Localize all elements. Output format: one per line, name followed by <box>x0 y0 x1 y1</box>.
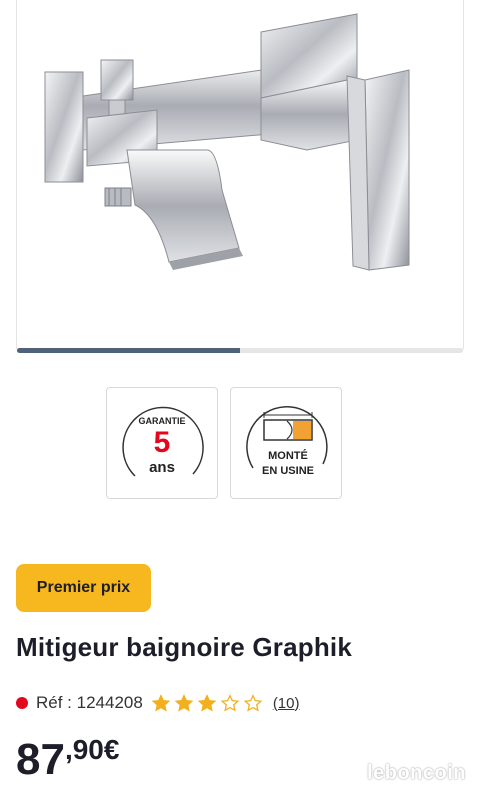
price-integer: 87 <box>16 735 65 784</box>
star-filled-icon <box>197 694 217 712</box>
availability-dot <box>16 697 28 709</box>
star-empty-icon <box>243 694 263 712</box>
product-price: 87,90€ <box>16 735 119 784</box>
warranty-number: 5 <box>154 426 171 459</box>
factory-line2: EN USINE <box>262 465 314 477</box>
warranty-top-text: GARANTIE <box>139 416 186 426</box>
product-meta: Réf : 1244208 (10) <box>16 690 300 716</box>
factory-assembled-badge: MONTÉ EN USINE <box>230 387 342 499</box>
product-image[interactable] <box>16 0 464 353</box>
price-decimal: ,90€ <box>64 734 120 765</box>
product-reference: Réf : 1244208 <box>36 693 143 712</box>
product-title: Mitigeur baignoire Graphik <box>16 632 353 662</box>
image-carousel-progress <box>17 348 463 353</box>
factory-line1: MONTÉ <box>268 449 308 462</box>
premier-prix-tag: Premier prix <box>16 564 151 612</box>
image-carousel-progress-fill <box>17 348 240 353</box>
star-empty-icon <box>220 694 240 712</box>
leboncoin-watermark: leboncoin <box>367 762 466 784</box>
warranty-badge: GARANTIE 5 ans <box>106 387 218 499</box>
star-filled-icon <box>174 694 194 712</box>
star-filled-icon <box>151 694 171 712</box>
warranty-unit: ans <box>149 459 175 476</box>
reviews-link[interactable]: (10) <box>273 695 300 712</box>
mixer-tap-image <box>44 13 410 271</box>
rating-stars <box>151 694 263 712</box>
